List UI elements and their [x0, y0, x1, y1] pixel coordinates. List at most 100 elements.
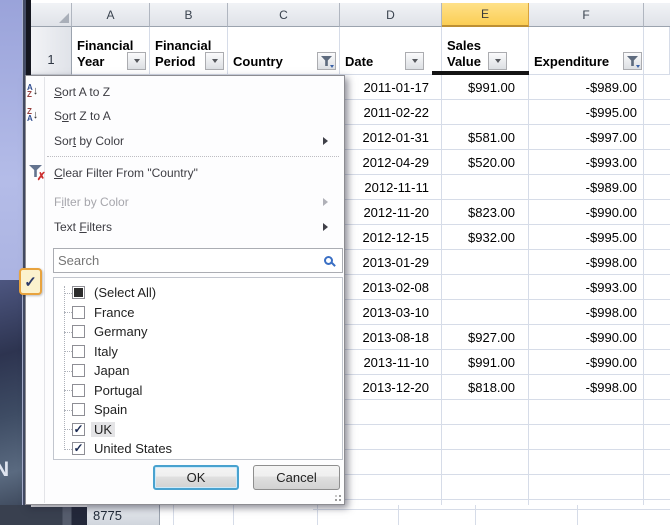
- cell[interactable]: [644, 425, 670, 450]
- cell[interactable]: -$998.00: [529, 300, 644, 325]
- cell[interactable]: [644, 375, 670, 400]
- cell[interactable]: [529, 475, 644, 500]
- cell[interactable]: 2012-12-15: [340, 225, 442, 250]
- filter-list-item[interactable]: Italy: [54, 342, 340, 361]
- cell[interactable]: [442, 175, 529, 200]
- checkbox-unchecked[interactable]: [72, 403, 85, 416]
- cell[interactable]: 2012-11-20: [340, 200, 442, 225]
- cell[interactable]: [529, 450, 644, 475]
- cell[interactable]: [644, 475, 670, 500]
- filter-list-item[interactable]: (Select All): [54, 283, 340, 302]
- cell[interactable]: [529, 425, 644, 450]
- cell[interactable]: [442, 450, 529, 475]
- cell[interactable]: [644, 350, 670, 375]
- cell[interactable]: [442, 275, 529, 300]
- checkbox-checked[interactable]: ✓: [72, 423, 85, 436]
- cell[interactable]: -$993.00: [529, 150, 644, 175]
- cell[interactable]: $581.00: [442, 125, 529, 150]
- menu-item-text-filters[interactable]: Text Filters: [54, 216, 338, 237]
- header-cell-financial-period[interactable]: Financial Period: [150, 27, 228, 75]
- cell[interactable]: $927.00: [442, 325, 529, 350]
- column-header-e-selected[interactable]: E: [442, 3, 529, 27]
- select-all-corner[interactable]: [31, 3, 72, 27]
- cell[interactable]: 2011-02-22: [340, 100, 442, 125]
- cell[interactable]: [644, 275, 670, 300]
- cell[interactable]: [442, 425, 529, 450]
- background-cell-8775[interactable]: 8775: [87, 505, 160, 525]
- cell[interactable]: [442, 475, 529, 500]
- autofilter-dropdown-button[interactable]: [405, 52, 424, 70]
- cell[interactable]: 2013-01-29: [340, 250, 442, 275]
- cell[interactable]: [340, 450, 442, 475]
- search-icon[interactable]: [324, 256, 333, 265]
- cell[interactable]: [644, 325, 670, 350]
- checkbox-indeterminate[interactable]: [72, 286, 85, 299]
- autofilter-dropdown-button[interactable]: [205, 52, 224, 70]
- header-cell-sales-value[interactable]: Sales Value: [442, 27, 529, 75]
- cell[interactable]: [644, 250, 670, 275]
- filter-list-item[interactable]: ✓United States: [54, 439, 340, 458]
- autofilter-dropdown-button[interactable]: [127, 52, 146, 70]
- autofilter-funnel-button[interactable]: [317, 52, 336, 70]
- checkbox-unchecked[interactable]: [72, 345, 85, 358]
- cell[interactable]: 2012-01-31: [340, 125, 442, 150]
- autofilter-dropdown-button[interactable]: [488, 52, 507, 70]
- cell[interactable]: -$998.00: [529, 375, 644, 400]
- cell[interactable]: 2012-04-29: [340, 150, 442, 175]
- cell[interactable]: [340, 400, 442, 425]
- cell[interactable]: -$995.00: [529, 100, 644, 125]
- checkbox-unchecked[interactable]: [72, 364, 85, 377]
- checkmark-button[interactable]: ✓: [19, 268, 42, 295]
- cell[interactable]: [340, 425, 442, 450]
- cell[interactable]: $991.00: [442, 350, 529, 375]
- cell[interactable]: $991.00: [442, 75, 529, 100]
- column-header-d[interactable]: D: [340, 3, 442, 27]
- cell[interactable]: [644, 300, 670, 325]
- cell[interactable]: 2013-11-10: [340, 350, 442, 375]
- cell[interactable]: -$990.00: [529, 350, 644, 375]
- filter-list-item[interactable]: Germany: [54, 322, 340, 341]
- checkbox-unchecked[interactable]: [72, 384, 85, 397]
- cell[interactable]: -$998.00: [529, 250, 644, 275]
- column-header-b[interactable]: B: [150, 3, 228, 27]
- menu-item-clear-filter[interactable]: Clear Filter From "Country": [54, 162, 338, 183]
- cell[interactable]: [340, 475, 442, 500]
- checkbox-checked[interactable]: ✓: [72, 442, 85, 455]
- cell[interactable]: [644, 125, 670, 150]
- checkbox-unchecked[interactable]: [72, 325, 85, 338]
- column-header-c[interactable]: C: [228, 3, 340, 27]
- cell[interactable]: 2013-12-20: [340, 375, 442, 400]
- cell[interactable]: $520.00: [442, 150, 529, 175]
- ok-button[interactable]: OK: [153, 465, 239, 490]
- row-header-1[interactable]: 1: [31, 27, 72, 75]
- header-cell-expenditure[interactable]: Expenditure: [529, 27, 644, 75]
- cell[interactable]: -$993.00: [529, 275, 644, 300]
- column-header-f[interactable]: F: [529, 3, 644, 27]
- cell[interactable]: 2013-03-10: [340, 300, 442, 325]
- cell[interactable]: [644, 100, 670, 125]
- filter-list-item[interactable]: Japan: [54, 361, 340, 380]
- autofilter-funnel-button[interactable]: [623, 52, 642, 70]
- cell[interactable]: -$990.00: [529, 325, 644, 350]
- cell[interactable]: 2013-08-18: [340, 325, 442, 350]
- cell[interactable]: [442, 250, 529, 275]
- cell[interactable]: [644, 400, 670, 425]
- cell[interactable]: [442, 400, 529, 425]
- cell[interactable]: [442, 100, 529, 125]
- column-header-a[interactable]: A: [72, 3, 150, 27]
- header-cell-country[interactable]: Country: [228, 27, 340, 75]
- filter-list-item[interactable]: ✓UK: [54, 420, 340, 439]
- cell[interactable]: -$990.00: [529, 200, 644, 225]
- cell[interactable]: $823.00: [442, 200, 529, 225]
- header-cell-empty[interactable]: [644, 27, 670, 75]
- cell[interactable]: [644, 175, 670, 200]
- cell[interactable]: [442, 300, 529, 325]
- resize-grip[interactable]: [331, 491, 341, 501]
- menu-item-sort-z-to-a[interactable]: Sort Z to A: [54, 105, 338, 126]
- cell[interactable]: -$995.00: [529, 225, 644, 250]
- header-cell-financial-year[interactable]: Financial Year: [72, 27, 150, 75]
- menu-item-sort-a-to-z[interactable]: Sort A to Z: [54, 81, 338, 102]
- column-header-g[interactable]: [644, 3, 670, 27]
- cell[interactable]: 2012-11-11: [340, 175, 442, 200]
- cell[interactable]: [644, 225, 670, 250]
